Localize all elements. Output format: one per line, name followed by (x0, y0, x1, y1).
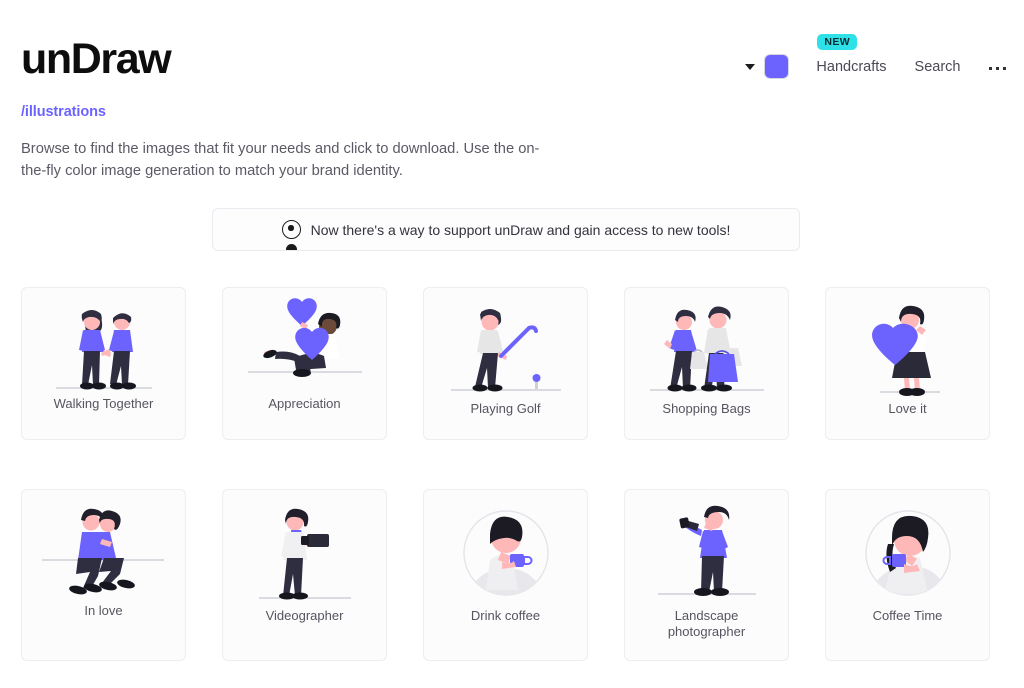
breadcrumb[interactable]: /illustrations (21, 104, 106, 120)
illustration-card-label: Playing Golf (470, 401, 541, 416)
shopping-bags-illustration (625, 288, 788, 401)
header-nav: NEW Handcrafts Search (745, 33, 1006, 79)
landscape-photographer-illustration (625, 490, 788, 608)
status-badge-new: NEW (817, 33, 858, 50)
in-love-illustration (22, 490, 185, 603)
illustration-card-label: Coffee Time (872, 608, 943, 623)
illustration-card[interactable]: Appreciation (222, 287, 387, 440)
nav-link-search-label: Search (914, 58, 961, 75)
promo-banner[interactable]: Now there's a way to support unDraw and … (212, 208, 800, 251)
ellipsis-horizontal-icon[interactable] (988, 63, 1006, 71)
illustration-card-label: Appreciation (268, 396, 341, 411)
illustration-card-label: Shopping Bags (662, 401, 751, 416)
illustration-grid: Walking Together Appreciation Playing Go… (21, 287, 1007, 661)
illustration-card-label: Drink coffee (470, 608, 541, 623)
chevron-down-icon[interactable] (745, 63, 756, 70)
illustration-card-label: In love (84, 603, 123, 618)
love-it-illustration (826, 288, 989, 401)
coffee-time-illustration (826, 490, 989, 608)
illustration-card[interactable]: Walking Together (21, 287, 186, 440)
playing-golf-illustration (424, 288, 587, 401)
nav-link-handcrafts-label: Handcrafts (816, 58, 887, 75)
illustration-card[interactable]: Videographer (222, 489, 387, 661)
intro-text: Browse to find the images that fit your … (21, 141, 540, 179)
illustration-card-label: Love it (888, 401, 927, 416)
illustration-card[interactable]: Drink coffee (423, 489, 588, 661)
appreciation-illustration (223, 288, 386, 396)
walking-together-illustration (22, 288, 185, 396)
illustration-card[interactable]: In love (21, 489, 186, 661)
account-circle-icon (281, 220, 301, 250)
nav-link-handcrafts[interactable]: NEW Handcrafts (816, 33, 887, 75)
nav-link-search[interactable]: Search (915, 59, 961, 75)
site-header: unDraw NEW Handcrafts Search (0, 0, 1024, 96)
illustration-card[interactable]: Landscape photographer (624, 489, 789, 661)
color-picker[interactable] (745, 54, 790, 79)
illustration-card[interactable]: Shopping Bags (624, 287, 789, 440)
undraw-illustrations-page: unDraw NEW Handcrafts Search /illustrati… (0, 0, 1024, 688)
illustration-card[interactable]: Playing Golf (423, 287, 588, 440)
videographer-illustration (223, 490, 386, 608)
undraw-logo[interactable]: unDraw (21, 38, 172, 81)
promo-banner-text: Now there's a way to support unDraw and … (310, 221, 731, 238)
illustration-card[interactable]: Love it (825, 287, 990, 440)
illustration-card[interactable]: Coffee Time (825, 489, 990, 661)
color-swatch[interactable] (764, 54, 790, 79)
illustration-card-label: Walking Together (53, 396, 154, 411)
illustration-card-label: Videographer (265, 608, 344, 623)
drink-coffee-illustration (424, 490, 587, 608)
illustration-card-label: Landscape photographer (667, 608, 746, 639)
